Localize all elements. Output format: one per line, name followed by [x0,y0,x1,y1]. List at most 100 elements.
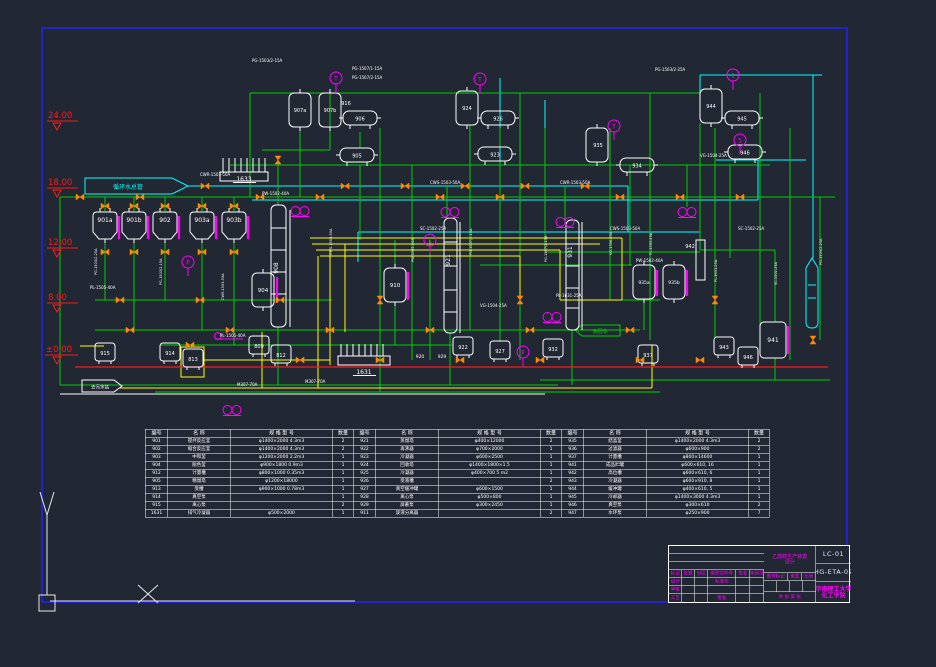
table-row: 915离心泵2929屏蔽泵φ300×24501946真空泵φ300×6102 [145,501,769,509]
tag-914: 914 [165,351,175,357]
table-cell: 2 [749,437,770,445]
tag-902: 902 [159,217,171,224]
riser-tag: PL-1505-40A [649,232,653,255]
table-cell: 1 [333,485,354,493]
pipe-label: PG-1503/2-15A [252,58,283,63]
tag-905: 905 [352,154,362,160]
table-cell: 离心泵 [376,493,439,501]
riser-tag: PW-1502-40A [411,238,415,262]
table-row: 914真空泵1928离心泵φ500×8001945冷却器φ1400×3000 4… [145,493,769,501]
table-cell: φ250×900 [646,509,749,517]
table-cell: 901 [145,437,168,445]
tag-929: 929 [438,354,447,360]
table-cell: 928 [353,493,376,501]
table-cell: 过滤器 [584,445,647,453]
table-cell: 925 [353,469,376,477]
pipe-label: CWS-1503-50A [610,226,640,231]
elevation-label: ±0.00 [46,345,72,355]
tag-927: 927 [495,349,505,355]
instrument-tags: T T T 1 5 P L F [186,73,742,357]
table-cell: 937 [561,453,584,461]
tag-945: 945 [737,117,747,123]
tag-937: 937 [643,353,653,359]
instrument-tag: T [477,77,482,84]
instrument-bubbles [182,69,746,366]
col-header: 名 称 [584,429,647,437]
tag-920: 920 [416,354,425,360]
tag-944: 944 [706,104,716,110]
table-cell: 1 [541,501,562,509]
tag-942: 942 [685,244,695,250]
table-cell: 受液槽 [376,477,439,485]
tag-926: 926 [493,117,503,123]
instrument-tag: L [428,238,432,245]
stamp-scale: 比例 [802,573,816,581]
table-cell: 945 [561,493,584,501]
table-cell: φ400×12000 [438,437,541,445]
table-cell: 1 [333,461,354,469]
tag-903a: 903a [194,217,209,224]
table-cell [230,493,333,501]
tag-907b: 907b [324,108,337,114]
pipe-label: PW-1502-40A [636,258,663,263]
table-cell: φ1400×2000 4.3m3 [230,437,333,445]
table-cell: 1 [541,445,562,453]
table-cell: 926 [353,477,376,485]
table-cell: 回收塔 [376,461,439,469]
table-cell: 计量槽 [168,469,231,477]
design-label: 设计 [669,578,682,586]
tag-813: 813 [188,357,198,363]
col-header: 规 格 型 号 [230,429,333,437]
table-cell: 947 [561,509,584,517]
table-cell: 冷凝器 [376,469,439,477]
tag-903b: 903b [226,217,241,224]
table-cell: 903 [145,453,168,461]
table-cell: φ500×800 [438,493,541,501]
autocad-model-space[interactable]: 24.00 18.00 12.00 8.00 ±0.00 [0,0,936,667]
table-cell: 2 [541,437,562,445]
tag-907a: 907a [294,108,307,114]
equipment-list: 编号 名 称 规 格 型 号 数量 编号 名 称 规 格 型 号 数量 编号 名… [145,429,770,518]
audit-label: 审核 [669,586,682,594]
col-header: 名 称 [376,429,439,437]
field-sign: 签名 [736,570,750,578]
elevation-labels: 24.00 18.00 12.00 8.00 ±0.00 [46,111,72,355]
table-row: 902缩合反应釜φ1400×2000 4.3m32922再沸器φ700×2000… [145,445,769,453]
table-cell: 计量槽 [584,453,647,461]
table-cell: 941 [561,461,584,469]
table-row: 912计量槽φ800×1000 0.35m31925冷凝器φ400×700 5 … [145,469,769,477]
table-cell: 944 [561,485,584,493]
table-cell: φ800×14600 [646,453,749,461]
pipe-label: PG-1507/2-15A [352,75,383,80]
col-header: 编号 [561,429,584,437]
table-cell [230,501,333,509]
table-cell: 1 [333,469,354,477]
white-flag-label: 去污水站 [91,384,109,391]
green-flag-label: 去回收 [592,328,607,335]
col-header: 数量 [541,429,562,437]
table-cell: φ600×1500 [438,485,541,493]
organization: 华南理工大学 化工学院 [816,582,851,603]
tag-948: 946 [743,355,753,361]
column-921 [444,218,457,333]
table-cell: 1 [541,461,562,469]
pipe-label: VG-1504-25A [700,153,727,158]
tag-908: 908 [273,262,280,274]
table-cell: 922 [353,445,376,453]
pipe-label: PG-1507/1-15A [352,66,383,71]
table-cell: φ1400×1800×1.5 [438,461,541,469]
table-cell: 离心泵 [168,501,231,509]
table-row: 905精馏塔φ1200×180001926受液槽2943冷凝器φ600×910,… [145,477,769,485]
table-cell: φ600×2500 [438,453,541,461]
table-cell: 942 [561,469,584,477]
table-cell: 1 [333,477,354,485]
table-cell: 914 [145,493,168,501]
pipe-label: SC-1502-25A [420,226,446,231]
tag-935a: 935a [638,280,650,286]
table-cell: 真空缓冲罐 [376,485,439,493]
table-cell: 2 [541,509,562,517]
table-cell: 1 [541,469,562,477]
table-cell: φ1400×2000 4.3m3 [230,445,333,453]
table-cell: 1 [749,485,770,493]
riser-tag: CWR-1503-50A [221,273,225,300]
